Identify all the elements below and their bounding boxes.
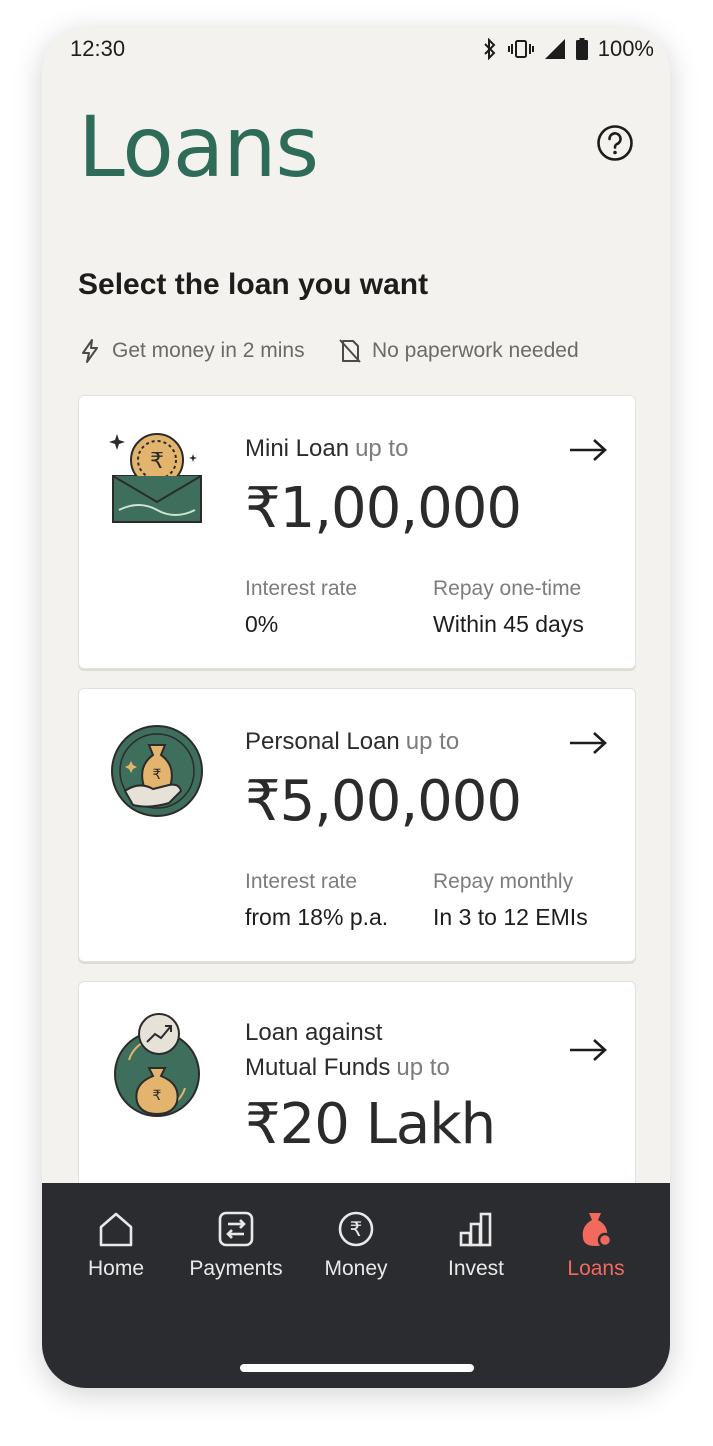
nav-label: Loans — [567, 1257, 625, 1280]
envelope-coin-icon: ₹ — [109, 433, 202, 523]
feature-fast-money: Get money in 2 mins — [78, 338, 305, 364]
mutual-fund-bag-icon: ₹ — [114, 1013, 200, 1117]
loan-name: Personal Loan up to — [245, 724, 459, 759]
bar-chart-icon — [459, 1212, 492, 1247]
arrow-right-icon[interactable] — [569, 438, 607, 462]
rupee-icon: ₹ — [338, 1211, 374, 1247]
repay-label: Repay monthly — [433, 870, 574, 893]
home-indicator[interactable] — [240, 1364, 474, 1372]
bluetooth-icon — [484, 38, 496, 60]
loan-name: Mini Loan up to — [245, 431, 408, 466]
no-document-icon — [339, 339, 361, 363]
repay-label: Repay one-time — [433, 577, 582, 600]
vibrate-icon — [507, 40, 534, 58]
repay-value: Within 45 days — [433, 611, 584, 637]
mini-loan-card[interactable]: ₹ Mini Loan up to ₹1,00,000 Interest rate… — [78, 395, 636, 669]
bottom-nav: Home Payments ₹ Money Invest Loans — [42, 1183, 670, 1388]
loan-title-line1: Loan against — [245, 1019, 383, 1046]
transfer-icon — [218, 1211, 254, 1247]
status-bar: 12:30 100% — [42, 28, 670, 70]
nav-item-home[interactable]: Home — [56, 1209, 176, 1281]
money-bag-icon — [582, 1213, 613, 1248]
lightning-icon — [82, 339, 98, 363]
nav-label: Money — [324, 1257, 388, 1280]
signal-icon — [544, 39, 565, 59]
arrow-right-icon[interactable] — [569, 1038, 607, 1062]
svg-text:₹: ₹ — [153, 1088, 162, 1104]
status-icons: 100% — [482, 36, 654, 62]
feature-label: No paperwork needed — [372, 339, 579, 362]
loan-title: Personal Loan — [245, 728, 400, 755]
battery-percent: 100% — [597, 36, 654, 61]
nav-label: Home — [87, 1257, 145, 1280]
nav-item-loans[interactable]: Loans — [536, 1209, 656, 1281]
interest-rate-label: Interest rate — [245, 577, 358, 600]
feature-no-paperwork: No paperwork needed — [338, 338, 579, 364]
nav-item-money[interactable]: ₹ Money — [296, 1209, 416, 1281]
loan-title: Mini Loan — [245, 435, 350, 462]
loan-name: Loan against Mutual Funds up to — [245, 1015, 450, 1085]
battery-icon — [575, 38, 588, 60]
page-title: Loans — [78, 98, 319, 196]
loan-upto: up to — [405, 728, 460, 755]
loan-upto: up to — [355, 435, 409, 462]
loan-upto: up to — [396, 1054, 450, 1081]
home-icon — [99, 1212, 133, 1247]
svg-text:₹: ₹ — [150, 449, 164, 474]
interest-rate-value: from 18% p.a. — [245, 904, 389, 930]
loan-amount: ₹1,00,000 — [245, 476, 522, 541]
section-title: Select the loan you want — [78, 268, 429, 301]
nav-label: Payments — [189, 1257, 283, 1280]
personal-loan-card[interactable]: ₹ Personal Loan up to ₹5,00,000 Interest … — [78, 688, 636, 962]
nav-item-payments[interactable]: Payments — [176, 1209, 296, 1281]
repay-value: In 3 to 12 EMIs — [433, 904, 588, 930]
svg-text:₹: ₹ — [350, 1217, 363, 1241]
loan-title-line2: Mutual Funds — [245, 1054, 391, 1081]
status-time: 12:30 — [70, 36, 126, 61]
nav-label: Invest — [447, 1257, 505, 1280]
arrow-right-icon[interactable] — [569, 731, 607, 755]
loan-amount: ₹5,00,000 — [245, 769, 522, 834]
help-icon[interactable] — [596, 124, 634, 162]
feature-label: Get money in 2 mins — [112, 339, 305, 362]
svg-text:₹: ₹ — [153, 767, 162, 783]
interest-rate-label: Interest rate — [245, 870, 358, 893]
loan-amount: ₹20 Lakh — [245, 1092, 496, 1157]
phone-screen: 12:30 100% Loans Select the loan you wan… — [42, 28, 670, 1388]
interest-rate-value: 0% — [245, 611, 279, 637]
nav-item-invest[interactable]: Invest — [416, 1209, 536, 1281]
money-bag-hand-icon: ₹ — [111, 725, 203, 817]
